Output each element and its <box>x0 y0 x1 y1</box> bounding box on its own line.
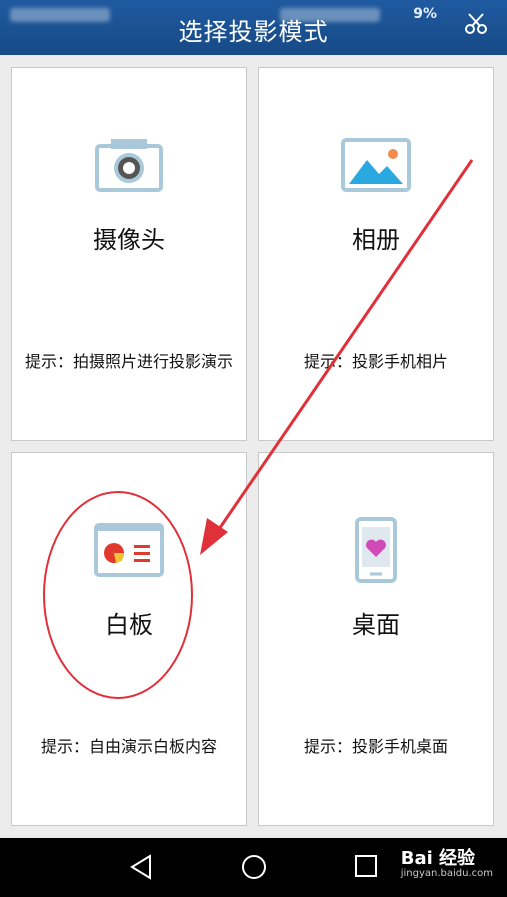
watermark: Bai 经验 jingyan.baidu.com <box>401 844 493 879</box>
watermark-brand: Bai 经验 <box>400 848 476 869</box>
watermark-url: jingyan.baidu.com <box>400 868 493 879</box>
recents-icon[interactable] <box>354 853 378 883</box>
highlight-circle <box>43 491 193 699</box>
home-icon[interactable] <box>240 853 268 885</box>
annotation-arrow-line <box>213 159 474 536</box>
navigation-bar: Bai 经验 jingyan.baidu.com <box>0 838 507 897</box>
back-icon[interactable] <box>128 853 154 885</box>
annotation-overlay <box>43 159 474 699</box>
